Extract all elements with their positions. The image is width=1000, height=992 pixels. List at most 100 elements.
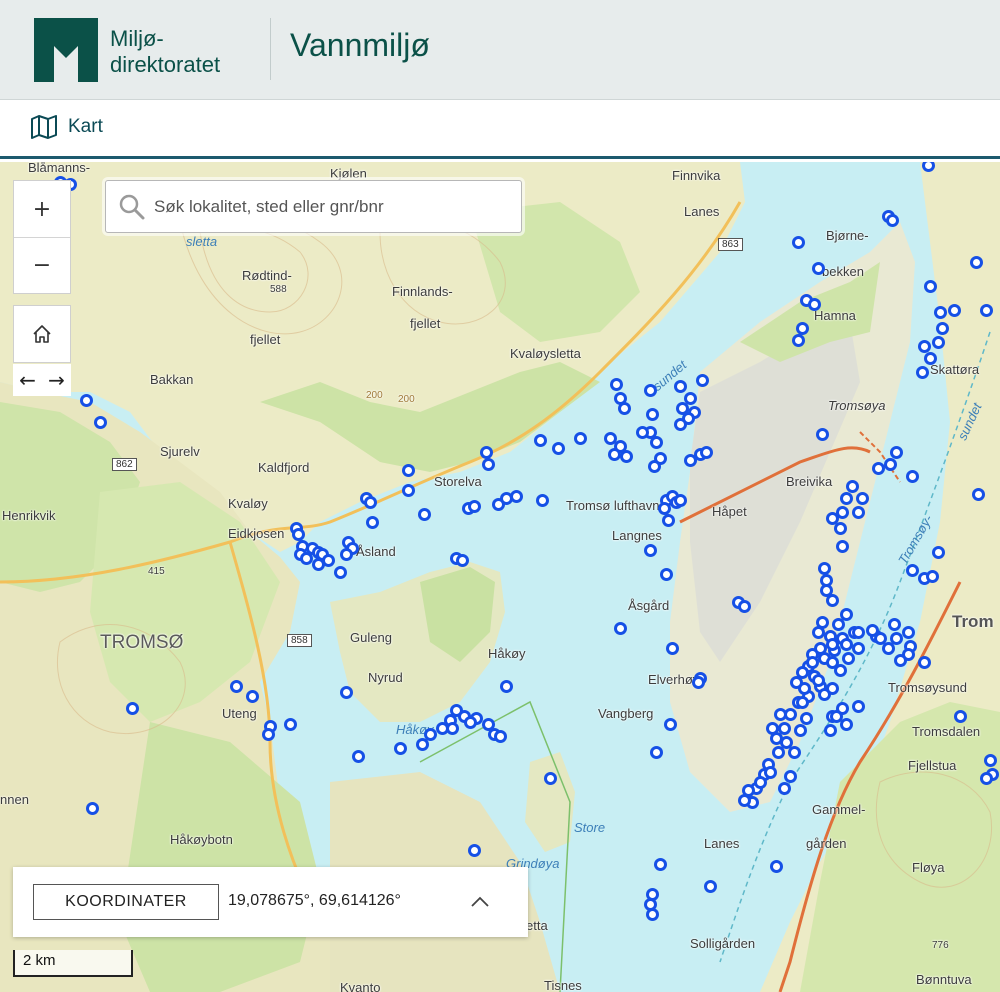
monitoring-station-marker[interactable] (510, 490, 523, 503)
monitoring-station-marker[interactable] (650, 746, 663, 759)
monitoring-station-marker[interactable] (812, 674, 825, 687)
monitoring-station-marker[interactable] (364, 496, 377, 509)
monitoring-station-marker[interactable] (418, 508, 431, 521)
monitoring-station-marker[interactable] (936, 322, 949, 335)
monitoring-station-marker[interactable] (770, 860, 783, 873)
monitoring-station-marker[interactable] (534, 434, 547, 447)
coordinates-button[interactable]: KOORDINATER (33, 884, 219, 920)
monitoring-station-marker[interactable] (614, 622, 627, 635)
monitoring-station-marker[interactable] (972, 488, 985, 501)
monitoring-station-marker[interactable] (230, 680, 243, 693)
monitoring-station-marker[interactable] (80, 394, 93, 407)
monitoring-station-marker[interactable] (836, 540, 849, 553)
monitoring-station-marker[interactable] (618, 402, 631, 415)
forward-arrow-icon[interactable]: → (48, 368, 65, 392)
monitoring-station-marker[interactable] (654, 858, 667, 871)
monitoring-station-marker[interactable] (340, 686, 353, 699)
monitoring-station-marker[interactable] (126, 702, 139, 715)
monitoring-station-marker[interactable] (796, 666, 809, 679)
monitoring-station-marker[interactable] (766, 722, 779, 735)
monitoring-station-marker[interactable] (826, 594, 839, 607)
monitoring-station-marker[interactable] (886, 214, 899, 227)
monitoring-station-marker[interactable] (610, 378, 623, 391)
monitoring-station-marker[interactable] (852, 506, 865, 519)
monitoring-station-marker[interactable] (890, 446, 903, 459)
monitoring-station-marker[interactable] (86, 802, 99, 815)
monitoring-station-marker[interactable] (784, 770, 797, 783)
monitoring-station-marker[interactable] (774, 708, 787, 721)
monitoring-station-marker[interactable] (664, 718, 677, 731)
monitoring-station-marker[interactable] (402, 464, 415, 477)
monitoring-station-marker[interactable] (468, 500, 481, 513)
monitoring-station-marker[interactable] (970, 256, 983, 269)
monitoring-station-marker[interactable] (890, 632, 903, 645)
monitoring-station-marker[interactable] (494, 730, 507, 743)
search-icon[interactable] (118, 193, 146, 221)
monitoring-station-marker[interactable] (840, 638, 853, 651)
monitoring-station-marker[interactable] (482, 458, 495, 471)
monitoring-station-marker[interactable] (906, 564, 919, 577)
monitoring-station-marker[interactable] (840, 492, 853, 505)
monitoring-station-marker[interactable] (742, 784, 755, 797)
monitoring-station-marker[interactable] (948, 304, 961, 317)
monitoring-station-marker[interactable] (778, 782, 791, 795)
monitoring-station-marker[interactable] (902, 626, 915, 639)
monitoring-station-marker[interactable] (792, 236, 805, 249)
monitoring-station-marker[interactable] (446, 722, 459, 735)
monitoring-station-marker[interactable] (674, 380, 687, 393)
monitoring-station-marker[interactable] (94, 416, 107, 429)
zoom-out-button[interactable]: − (14, 237, 70, 293)
monitoring-station-marker[interactable] (874, 632, 887, 645)
monitoring-station-marker[interactable] (366, 516, 379, 529)
monitoring-station-marker[interactable] (894, 654, 907, 667)
monitoring-station-marker[interactable] (646, 908, 659, 921)
monitoring-station-marker[interactable] (262, 728, 275, 741)
miljodirektoratet-logo[interactable] (34, 18, 98, 82)
monitoring-station-marker[interactable] (954, 710, 967, 723)
monitoring-station-marker[interactable] (334, 566, 347, 579)
monitoring-station-marker[interactable] (666, 642, 679, 655)
back-arrow-icon[interactable]: ← (19, 368, 36, 392)
monitoring-station-marker[interactable] (816, 428, 829, 441)
monitoring-station-marker[interactable] (648, 460, 661, 473)
monitoring-station-marker[interactable] (834, 664, 847, 677)
monitoring-station-marker[interactable] (818, 562, 831, 575)
monitoring-station-marker[interactable] (800, 712, 813, 725)
monitoring-station-marker[interactable] (340, 548, 353, 561)
monitoring-station-marker[interactable] (692, 676, 705, 689)
monitoring-station-marker[interactable] (246, 690, 259, 703)
monitoring-station-marker[interactable] (846, 480, 859, 493)
monitoring-station-marker[interactable] (552, 442, 565, 455)
monitoring-station-marker[interactable] (424, 728, 437, 741)
monitoring-station-marker[interactable] (764, 766, 777, 779)
monitoring-station-marker[interactable] (700, 446, 713, 459)
monitoring-station-marker[interactable] (644, 544, 657, 557)
monitoring-station-marker[interactable] (852, 642, 865, 655)
monitoring-station-marker[interactable] (806, 656, 819, 669)
monitoring-station-marker[interactable] (984, 754, 997, 767)
monitoring-station-marker[interactable] (402, 484, 415, 497)
monitoring-station-marker[interactable] (536, 494, 549, 507)
monitoring-station-marker[interactable] (792, 334, 805, 347)
home-button[interactable] (14, 306, 70, 362)
monitoring-station-marker[interactable] (574, 432, 587, 445)
monitoring-station-marker[interactable] (888, 618, 901, 631)
monitoring-station-marker[interactable] (480, 446, 493, 459)
monitoring-station-marker[interactable] (856, 492, 869, 505)
monitoring-station-marker[interactable] (456, 554, 469, 567)
monitoring-station-marker[interactable] (852, 700, 865, 713)
monitoring-station-marker[interactable] (932, 336, 945, 349)
monitoring-station-marker[interactable] (636, 426, 649, 439)
monitoring-station-marker[interactable] (544, 772, 557, 785)
monitoring-station-marker[interactable] (464, 716, 477, 729)
monitoring-station-marker[interactable] (824, 724, 837, 737)
monitoring-station-marker[interactable] (836, 506, 849, 519)
monitoring-station-marker[interactable] (620, 450, 633, 463)
monitoring-station-marker[interactable] (830, 710, 843, 723)
monitoring-station-marker[interactable] (808, 298, 821, 311)
monitoring-station-marker[interactable] (674, 418, 687, 431)
monitoring-station-marker[interactable] (352, 750, 365, 763)
monitoring-station-marker[interactable] (980, 304, 993, 317)
zoom-in-button[interactable]: + (14, 181, 70, 237)
monitoring-station-marker[interactable] (650, 436, 663, 449)
